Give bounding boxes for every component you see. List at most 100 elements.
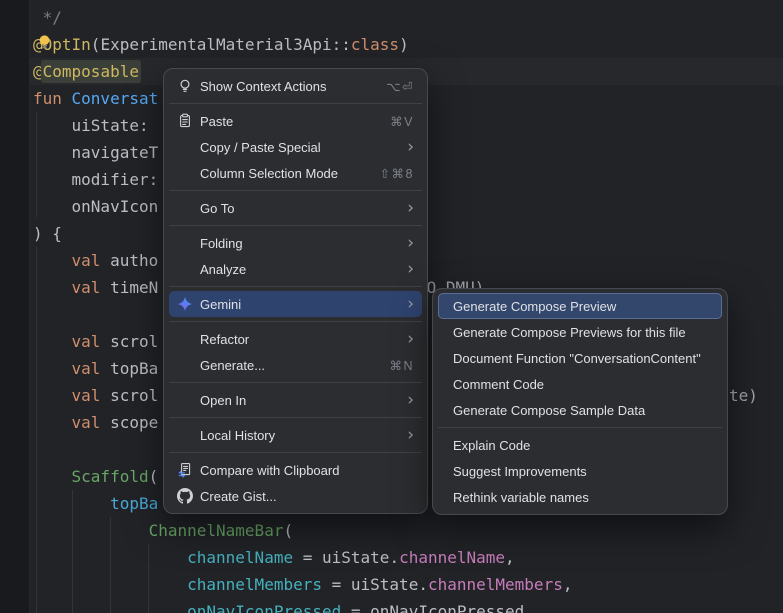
code-token: val xyxy=(72,359,111,378)
code-token: modifier: xyxy=(33,170,168,189)
code-token: = xyxy=(322,575,351,594)
code-token: Scaffold xyxy=(72,467,149,486)
github-icon xyxy=(177,488,193,504)
menu-item-suggest-improvements[interactable]: Suggest Improvements xyxy=(438,458,722,484)
code-token: val xyxy=(72,413,111,432)
compare-clipboard-icon xyxy=(177,462,193,478)
menu-item-open-in[interactable]: Open In› xyxy=(169,387,422,413)
menu-separator xyxy=(169,225,422,226)
ide-editor-screen: */@OptIn(ExperimentalMaterial3Api::class… xyxy=(0,0,783,613)
code-token: ( xyxy=(283,521,293,540)
menu-item-label: Refactor xyxy=(200,332,249,347)
menu-item-label: Generate Compose Previews for this file xyxy=(453,325,686,340)
code-token: fun xyxy=(33,89,72,108)
code-line: @OptIn(ExperimentalMaterial3Api::class) xyxy=(33,31,572,58)
code-token: , xyxy=(505,548,515,567)
code-token: , xyxy=(563,575,573,594)
icon-slot xyxy=(177,200,193,216)
code-token: ) xyxy=(399,35,409,54)
context-menu: Show Context Actions⌥⏎Paste⌘VCopy / Past… xyxy=(163,68,428,514)
menu-item-local-history[interactable]: Local History› xyxy=(169,422,422,448)
menu-item-generate-compose-previews-for-this-file[interactable]: Generate Compose Previews for this file xyxy=(438,319,722,345)
menu-item-label: Copy / Paste Special xyxy=(200,140,321,155)
menu-item-label: Generate Compose Sample Data xyxy=(453,403,645,418)
menu-separator xyxy=(169,103,422,104)
menu-item-comment-code[interactable]: Comment Code xyxy=(438,371,722,397)
menu-separator xyxy=(438,427,722,428)
menu-item-label: Comment Code xyxy=(453,377,544,392)
menu-item-column-selection-mode[interactable]: Column Selection Mode⇧⌘8 xyxy=(169,160,422,186)
code-line: */ xyxy=(33,4,572,31)
menu-item-label: Go To xyxy=(200,201,234,216)
menu-separator xyxy=(169,417,422,418)
menu-item-analyze[interactable]: Analyze › xyxy=(169,256,422,282)
code-token xyxy=(33,494,110,513)
code-token: scrol xyxy=(110,332,158,351)
code-token: Conversat xyxy=(72,89,159,108)
menu-item-label: Open In xyxy=(200,393,246,408)
code-token: ExperimentalMaterial3Api xyxy=(100,35,331,54)
menu-item-label: Rethink variable names xyxy=(453,490,589,505)
code-token xyxy=(33,332,72,351)
menu-item-folding[interactable]: Folding › xyxy=(169,230,422,256)
icon-slot xyxy=(177,331,193,347)
code-token xyxy=(33,602,187,613)
menu-item-label: Analyze xyxy=(200,262,246,277)
code-token: Composable xyxy=(43,62,139,81)
code-fragment: te) xyxy=(729,382,758,409)
code-token: . xyxy=(418,575,428,594)
code-token: = xyxy=(293,548,322,567)
code-token: ChannelNameBar xyxy=(149,521,284,540)
code-token xyxy=(33,251,72,270)
code-token: navigateT xyxy=(33,143,158,162)
menu-item-label: Explain Code xyxy=(453,438,530,453)
code-token xyxy=(33,521,149,540)
code-token: uiState xyxy=(322,548,389,567)
submenu-arrow-icon: › xyxy=(393,140,414,154)
menu-item-label: Generate Compose Preview xyxy=(453,299,616,314)
menu-item-explain-code[interactable]: Explain Code xyxy=(438,432,722,458)
code-line: channelMembers = uiState.channelMembers, xyxy=(33,571,572,598)
submenu-arrow-icon: › xyxy=(393,236,414,250)
menu-item-label: Create Gist... xyxy=(200,489,277,504)
code-token: val xyxy=(72,386,111,405)
menu-item-label: Local History xyxy=(200,428,275,443)
code-token xyxy=(33,278,72,297)
code-token: val xyxy=(72,332,111,351)
menu-item-generate-compose-sample-data[interactable]: Generate Compose Sample Data xyxy=(438,397,722,423)
code-token: @ xyxy=(33,62,43,81)
menu-item-copy-paste-special[interactable]: Copy / Paste Special › xyxy=(169,134,422,160)
menu-item-document-function-conversationcontent[interactable]: Document Function "ConversationContent" xyxy=(438,345,722,371)
menu-item-generate[interactable]: Generate...⌘N xyxy=(169,352,422,378)
menu-item-compare-with-clipboard[interactable]: Compare with Clipboard xyxy=(169,457,422,483)
menu-separator xyxy=(169,452,422,453)
code-token xyxy=(33,413,72,432)
menu-separator xyxy=(169,382,422,383)
menu-item-generate-compose-preview[interactable]: Generate Compose Preview xyxy=(438,293,722,319)
submenu-arrow-icon: › xyxy=(393,262,414,276)
menu-item-show-context-actions[interactable]: Show Context Actions⌥⏎ xyxy=(169,73,422,99)
code-token: class xyxy=(351,35,399,54)
code-token: uiState: xyxy=(33,116,158,135)
code-token xyxy=(33,359,72,378)
menu-item-label: Folding xyxy=(200,236,243,251)
menu-separator xyxy=(169,190,422,191)
menu-item-paste[interactable]: Paste⌘V xyxy=(169,108,422,134)
code-token: onNavIconPressed xyxy=(370,602,524,613)
menu-separator xyxy=(169,321,422,322)
paste-icon xyxy=(177,113,193,129)
code-line: channelName = uiState.channelName, xyxy=(33,544,572,571)
menu-item-create-gist[interactable]: Create Gist... xyxy=(169,483,422,509)
menu-item-label: Compare with Clipboard xyxy=(200,463,339,478)
menu-item-go-to[interactable]: Go To› xyxy=(169,195,422,221)
menu-item-rethink-variable-names[interactable]: Rethink variable names xyxy=(438,484,722,510)
code-token: :: xyxy=(332,35,351,54)
menu-item-refactor[interactable]: Refactor› xyxy=(169,326,422,352)
code-token: onNavIcon xyxy=(33,197,158,216)
menu-item-label: Suggest Improvements xyxy=(453,464,587,479)
intention-bulb-icon[interactable] xyxy=(37,34,52,51)
menu-item-gemini[interactable]: Gemini› xyxy=(169,291,422,317)
menu-item-label: Show Context Actions xyxy=(200,79,326,94)
menu-item-label: Generate... xyxy=(200,358,265,373)
editor-gutter xyxy=(0,0,30,613)
